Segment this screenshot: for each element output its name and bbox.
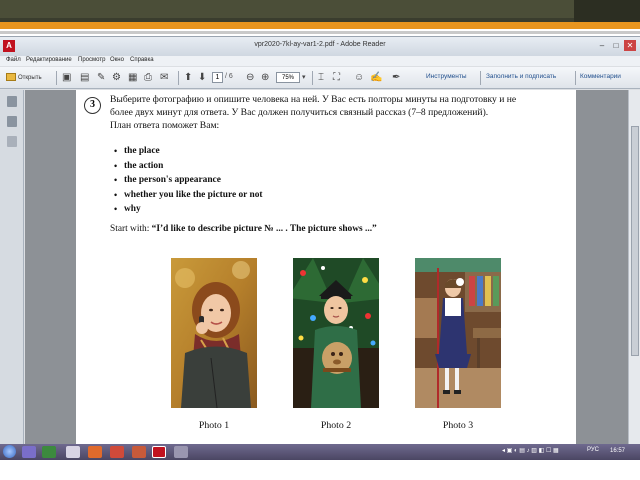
task-instruction-line-3: План ответа поможет Вам: <box>110 120 220 131</box>
taskbar-app-icon[interactable] <box>110 446 124 458</box>
photo-1 <box>171 258 257 408</box>
slide-divider <box>0 31 640 34</box>
prev-page-icon[interactable]: ⬆ <box>184 71 192 85</box>
page-thumbnails-icon[interactable] <box>7 96 17 107</box>
settings-icon[interactable]: ⚙ <box>112 71 121 85</box>
tools-pane-button[interactable]: Инструменты <box>426 73 467 80</box>
vertical-scrollbar[interactable] <box>628 90 640 445</box>
photo-1-image <box>171 258 257 408</box>
slide-band-olive <box>0 0 574 18</box>
plan-list: the place the action the person's appear… <box>114 146 263 219</box>
slide-bottom-margin <box>0 460 640 480</box>
photo-3-caption: Photo 3 <box>442 420 474 431</box>
photo-3-image <box>415 258 501 408</box>
toolbar-separator <box>575 71 576 85</box>
start-button-icon[interactable] <box>3 445 16 458</box>
page-total: / 6 <box>225 73 233 80</box>
comments-button[interactable]: Комментарии <box>580 73 621 80</box>
language-indicator[interactable]: РУС <box>587 447 599 453</box>
sign-icon[interactable]: ✒ <box>392 71 400 85</box>
fill-sign-button[interactable]: Заполнить и подписать <box>486 73 556 80</box>
screenshot: A vpr2020-7kl-ay-var1-2.pdf - Adobe Read… <box>0 0 640 480</box>
menu-bar: Файл Редактирование Просмотр Окно Справк… <box>0 56 640 66</box>
menu-window[interactable]: Окно <box>110 57 124 63</box>
highlight-icon[interactable]: ✍ <box>370 71 382 85</box>
scrollbar-thumb[interactable] <box>631 126 639 356</box>
slide-accent-line <box>0 22 640 29</box>
slide-header-band <box>0 0 640 22</box>
taskbar-browser-icon[interactable] <box>66 446 80 458</box>
create-pdf-icon[interactable]: ▣ <box>62 71 71 85</box>
zoom-in-icon[interactable]: ⊕ <box>261 71 269 85</box>
plan-item: the place <box>114 146 263 161</box>
start-with-line: Start with: “I’d like to describe pictur… <box>110 224 377 234</box>
taskbar-adobe-reader-icon[interactable] <box>152 446 166 458</box>
toolbar-separator <box>178 71 179 85</box>
taskbar-explorer-icon[interactable] <box>42 446 56 458</box>
start-with-quote: “I’d like to describe picture № ... . Th… <box>151 224 377 234</box>
start-with-prefix: Start with: <box>110 224 152 234</box>
next-page-icon[interactable]: ⬇ <box>198 71 206 85</box>
print-icon[interactable]: ⎙ <box>144 71 152 85</box>
system-tray-icons[interactable]: ◂ ▣ ◐ ▤ ♪ ▥ ◧ ☐ ▦ <box>502 447 559 454</box>
save-icon[interactable]: ▦ <box>128 71 137 85</box>
select-tool-icon[interactable]: ⌶ <box>318 71 324 85</box>
toolbar-separator <box>480 71 481 85</box>
edit-icon[interactable]: ✎ <box>97 71 105 85</box>
zoom-select[interactable]: 75% <box>276 72 300 83</box>
title-bar: A vpr2020-7kl-ay-var1-2.pdf - Adobe Read… <box>0 37 640 56</box>
taskbar-app-icon[interactable] <box>174 446 188 458</box>
photo-2-image <box>293 258 379 408</box>
adobe-reader-window: A vpr2020-7kl-ay-var1-2.pdf - Adobe Read… <box>0 36 640 445</box>
task-number-badge: 3 <box>84 97 101 114</box>
minimize-button[interactable]: – <box>596 40 608 51</box>
window-title: vpr2020-7kl-ay-var1-2.pdf - Adobe Reader <box>254 41 386 48</box>
toolbar-separator <box>56 71 57 85</box>
email-icon[interactable]: ✉ <box>160 71 168 85</box>
task-instruction-line-1: Выберите фотографию и опишите человека н… <box>110 94 517 105</box>
slide-band-dark <box>574 0 640 22</box>
maximize-button[interactable]: □ <box>610 40 622 51</box>
clock[interactable]: 16:57 <box>610 448 625 454</box>
plan-item: the action <box>114 161 263 176</box>
taskbar-app-icon[interactable] <box>22 446 36 458</box>
menu-edit[interactable]: Редактирование <box>26 57 72 63</box>
photo-3 <box>415 258 501 408</box>
photo-2 <box>293 258 379 408</box>
menu-view[interactable]: Просмотр <box>78 57 105 63</box>
photo-1-caption: Photo 1 <box>198 420 230 431</box>
bookmarks-icon[interactable] <box>7 116 17 127</box>
page-number-input[interactable]: 1 <box>212 72 223 83</box>
menu-help[interactable]: Справка <box>130 57 154 63</box>
toolbar: Открыть ▣ ▤ ✎ ⚙ ▦ ⎙ ✉ ⬆ ⬇ 1 / 6 ⊖ ⊕ 75% … <box>0 67 640 89</box>
task-instruction-line-2: более двух минут для ответа. У Вас долже… <box>110 107 489 118</box>
open-button[interactable]: Открыть <box>6 71 42 85</box>
comment-icon[interactable]: ☺ <box>354 71 364 85</box>
close-button[interactable]: ✕ <box>624 40 636 51</box>
zoom-out-icon[interactable]: ⊖ <box>246 71 254 85</box>
plan-item: why <box>114 204 263 219</box>
attachments-icon[interactable] <box>7 136 17 147</box>
windows-taskbar: ◂ ▣ ◐ ▤ ♪ ▥ ◧ ☐ ▦ РУС 16:57 <box>0 444 640 460</box>
plan-item: whether you like the picture or not <box>114 190 263 205</box>
folder-icon <box>6 73 16 82</box>
menu-file[interactable]: Файл <box>6 57 21 63</box>
zoom-dropdown-icon[interactable]: ▾ <box>302 71 306 85</box>
open-label: Открыть <box>18 75 42 81</box>
navigation-pane <box>0 90 24 445</box>
plan-item: the person's appearance <box>114 175 263 190</box>
pdf-page: 3 Выберите фотографию и опишите человека… <box>76 90 576 445</box>
photo-2-caption: Photo 2 <box>320 420 352 431</box>
taskbar-app-icon[interactable] <box>88 446 102 458</box>
toolbar-separator <box>312 71 313 85</box>
fit-page-icon[interactable]: ⛶ <box>333 71 340 85</box>
export-icon[interactable]: ▤ <box>80 71 89 85</box>
taskbar-powerpoint-icon[interactable] <box>132 446 146 458</box>
